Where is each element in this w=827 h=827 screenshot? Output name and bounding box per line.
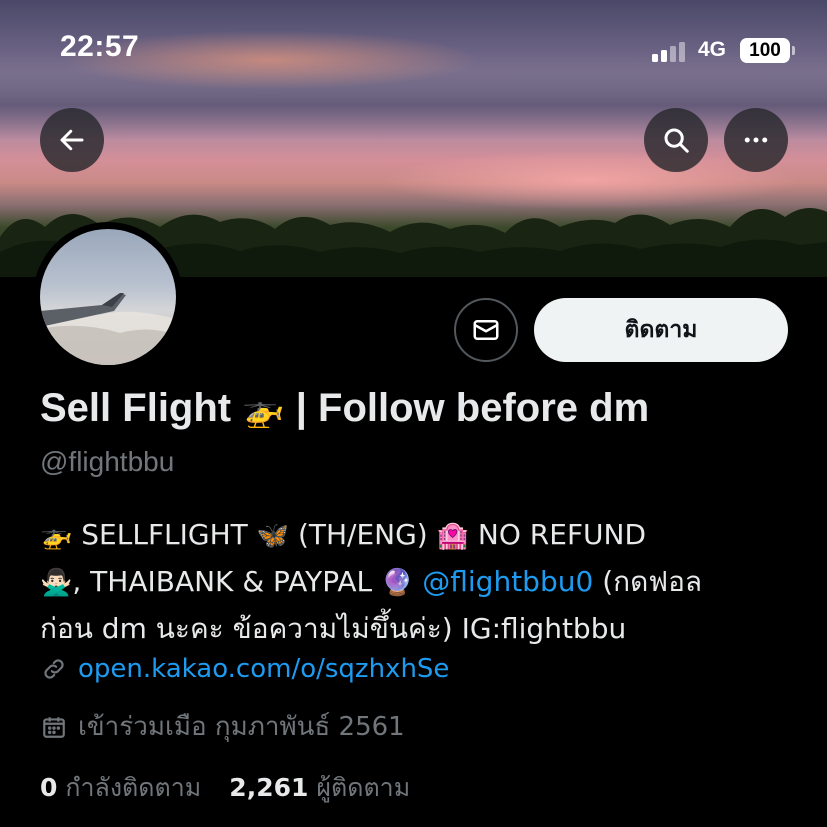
battery-level: 100 xyxy=(749,39,781,61)
message-button[interactable] xyxy=(454,298,518,362)
follow-button[interactable]: ติดตาม xyxy=(534,298,788,362)
status-bar: 22:57 4G 100 xyxy=(0,0,827,100)
crystal-ball-emoji: 🔮 xyxy=(380,568,414,598)
arrow-left-icon xyxy=(60,129,84,151)
followers-count: 2,261 xyxy=(229,773,309,802)
cellular-signal-icon xyxy=(652,40,685,62)
profile-website[interactable]: open.kakao.com/o/sqzhxhSe xyxy=(40,654,449,684)
search-icon xyxy=(664,128,689,153)
calendar-icon xyxy=(40,713,68,741)
bio-text: NO REFUND xyxy=(477,518,647,551)
link-icon xyxy=(40,655,68,683)
profile-bio: 🚁 SELLFLIGHT 🦋 (TH/ENG) 🏩 NO REFUND 🙅🏻‍♂… xyxy=(40,512,800,652)
airplane-wing-photo xyxy=(40,293,176,365)
display-name: Sell Flight 🚁 | Follow before dm xyxy=(40,386,649,431)
following-label: กำลังติดตาม xyxy=(65,773,202,802)
bio-text: (TH/ENG) xyxy=(297,518,428,551)
followers-stat[interactable]: 2,261 ผู้ติดตาม xyxy=(229,768,410,808)
followers-label: ผู้ติดตาม xyxy=(316,773,411,802)
helicopter-emoji: 🚁 xyxy=(40,521,73,551)
display-name-text: Sell Flight xyxy=(40,386,232,430)
website-link[interactable]: open.kakao.com/o/sqzhxhSe xyxy=(78,654,449,684)
more-horizontal-icon xyxy=(744,137,768,143)
butterfly-emoji: 🦋 xyxy=(256,521,290,551)
profile-avatar[interactable] xyxy=(33,222,183,372)
status-time: 22:57 xyxy=(60,30,140,63)
bio-text: SELLFLIGHT xyxy=(81,518,248,551)
mail-icon xyxy=(473,320,499,340)
follow-stats: 0 กำลังติดตาม 2,261 ผู้ติดตาม xyxy=(40,768,410,808)
following-count: 0 xyxy=(40,773,58,802)
battery-icon: 100 xyxy=(740,38,795,63)
network-type: 4G xyxy=(698,38,727,61)
bio-line-2: 🙅🏻‍♂️, THAIBANK & PAYPAL 🔮 @flightbbu0 (… xyxy=(40,559,800,606)
bio-mention-link[interactable]: @flightbbu0 xyxy=(422,565,593,598)
bio-text: (กดฟอล xyxy=(602,565,703,598)
display-name-suffix: | Follow before dm xyxy=(295,386,650,430)
profile-handle: @flightbbu xyxy=(40,446,175,477)
following-stat[interactable]: 0 กำลังติดตาม xyxy=(40,768,201,808)
profile-joined-date: เข้าร่วมเมือ กุมภาพันธ์ 2561 xyxy=(40,706,405,747)
search-button[interactable] xyxy=(644,108,708,172)
avatar-image xyxy=(40,229,176,365)
joined-text: เข้าร่วมเมือ กุมภาพันธ์ 2561 xyxy=(78,712,405,742)
bio-text: , THAIBANK & PAYPAL xyxy=(72,565,373,598)
helicopter-emoji: 🚁 xyxy=(242,391,285,429)
bio-line-1: 🚁 SELLFLIGHT 🦋 (TH/ENG) 🏩 NO REFUND xyxy=(40,512,800,559)
love-hotel-emoji: 🏩 xyxy=(436,521,470,551)
bio-line-3: ก่อน dm นะคะ ข้อความไม่ขึ้นค่ะ) IG:fligh… xyxy=(40,612,627,645)
more-button[interactable] xyxy=(724,108,788,172)
back-button[interactable] xyxy=(40,108,104,172)
gesturing-no-emoji: 🙅🏻‍♂️ xyxy=(40,568,73,598)
